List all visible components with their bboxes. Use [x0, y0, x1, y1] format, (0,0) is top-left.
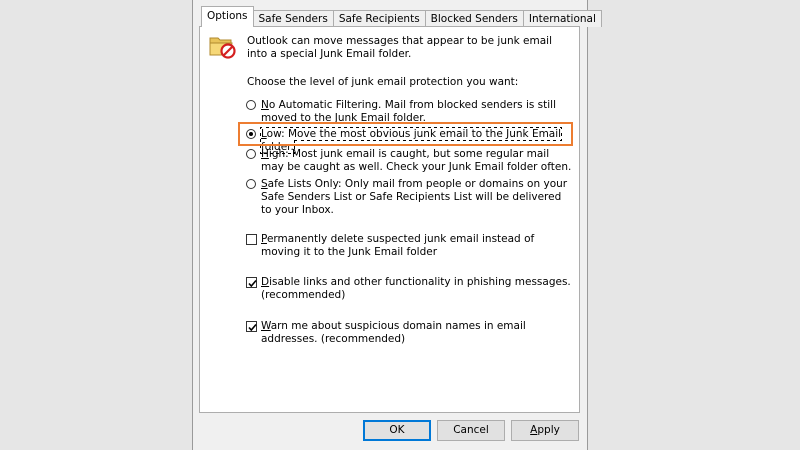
radio-button-selected[interactable] — [246, 129, 256, 139]
checkmark-icon — [248, 323, 257, 332]
checkbox[interactable] — [246, 234, 257, 245]
tab-safe-senders[interactable]: Safe Senders — [252, 10, 334, 27]
junk-folder-block-icon — [209, 33, 237, 59]
option-label: ermanently delete suspected junk email i… — [261, 233, 535, 258]
accelerator-key: D — [261, 276, 270, 288]
tab-blocked-senders[interactable]: Blocked Senders — [424, 10, 524, 27]
cancel-button[interactable]: Cancel — [437, 420, 505, 441]
ok-button[interactable]: OK — [363, 420, 431, 441]
option-label: arn me about suspicious domain names in … — [261, 320, 526, 345]
options-panel: Outlook can move messages that appear to… — [199, 26, 580, 413]
option-label: o Automatic Filtering. Mail from blocked… — [261, 99, 557, 124]
button-label: pply — [537, 424, 560, 436]
protection-level-heading: Choose the level of junk email protectio… — [247, 76, 519, 88]
tab-safe-recipients[interactable]: Safe Recipients — [332, 10, 426, 27]
tab-strip: Options Safe Senders Safe Recipients Blo… — [201, 6, 602, 27]
tab-international[interactable]: International — [522, 10, 602, 27]
tab-options[interactable]: Options — [201, 6, 254, 27]
option-label: isable links and other functionality in … — [261, 276, 571, 301]
accelerator-key: H — [261, 148, 269, 160]
radio-button[interactable] — [246, 179, 256, 189]
option-label: igh: Most junk email is caught, but some… — [261, 148, 572, 173]
apply-button[interactable]: Apply — [511, 420, 579, 441]
option-label: afe Lists Only: Only mail from people or… — [261, 178, 568, 216]
junk-email-options-dialog: Options Safe Senders Safe Recipients Blo… — [192, 0, 602, 450]
checkbox-checked[interactable] — [246, 277, 257, 288]
accelerator-key: S — [261, 178, 268, 190]
checkmark-icon — [248, 279, 257, 288]
checkbox-checked[interactable] — [246, 321, 257, 332]
accelerator-key: W — [261, 320, 271, 332]
radio-button[interactable] — [246, 100, 256, 110]
radio-button[interactable] — [246, 149, 256, 159]
intro-text: Outlook can move messages that appear to… — [247, 35, 552, 60]
accelerator-key: N — [261, 99, 269, 111]
